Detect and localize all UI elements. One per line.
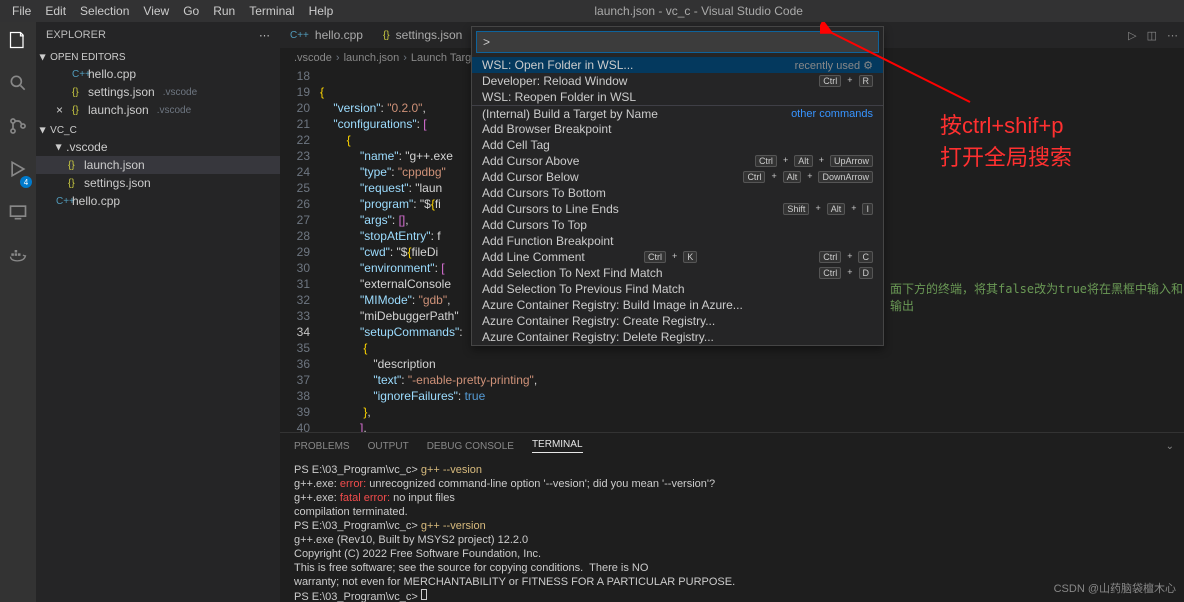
palette-item[interactable]: Add Line CommentCtrl+K Ctrl+C [472,249,883,265]
panel-tab-problems[interactable]: PROBLEMS [294,441,350,452]
terminal[interactable]: PS E:\03_Program\vc_c> g++ --vesiong++.e… [280,459,1184,602]
palette-item[interactable]: WSL: Open Folder in WSL...recently used … [472,57,883,73]
menu-selection[interactable]: Selection [80,4,129,18]
run-debug-icon[interactable]: 4 [8,159,28,184]
palette-item[interactable]: Azure Container Registry: Build Image in… [472,297,883,313]
file-tree-item[interactable]: ▶.vscode [36,138,280,156]
window-title: launch.json - vc_c - Visual Studio Code [333,4,1064,18]
open-editors-section[interactable]: ▶OPEN EDITORS [36,50,280,65]
explorer-sidebar: EXPLORER⋯ ▶OPEN EDITORS C++hello.cpp{}se… [36,22,280,602]
panel-tab-terminal[interactable]: TERMINAL [532,439,583,453]
minimap[interactable] [1096,68,1184,432]
explorer-header: EXPLORER [46,29,106,41]
palette-item[interactable]: Add Cursor BelowCtrl+Alt+DownArrow [472,169,883,185]
split-icon[interactable]: ◫ [1147,29,1157,42]
palette-item[interactable]: Azure Container Registry: Create Registr… [472,313,883,329]
palette-item[interactable]: Add Selection To Next Find MatchCtrl+D [472,265,883,281]
more-icon[interactable]: ⋯ [1167,29,1178,42]
code-comment: 面下方的终端，将其false改为true将在黑框中输入和输出 [890,280,1184,314]
panel-tab-debug-console[interactable]: DEBUG CONSOLE [427,441,514,452]
terminal-panel: PROBLEMS OUTPUT DEBUG CONSOLE TERMINAL ⌄ PS… [280,432,1184,602]
palette-item[interactable]: Add Selection To Previous Find Match [472,281,883,297]
files-icon[interactable] [8,30,28,55]
open-editor-item[interactable]: ×{}launch.json.vscode [36,101,280,119]
open-editor-item[interactable]: {}settings.json.vscode [36,83,280,101]
project-root-section[interactable]: ▶VC_C [36,123,280,138]
command-palette: WSL: Open Folder in WSL...recently used … [471,26,884,346]
trash-icon[interactable]: ⌄ [1166,441,1174,452]
scm-icon[interactable] [8,116,28,141]
palette-item[interactable]: Add Cell Tag [472,137,883,153]
palette-item[interactable]: Add Cursors to Line EndsShift+Alt+I [472,201,883,217]
palette-item[interactable]: (Internal) Build a Target by Nameother c… [472,105,883,121]
palette-item[interactable]: WSL: Reopen Folder in WSL [472,89,883,105]
command-palette-input[interactable] [476,31,879,53]
menu-run[interactable]: Run [213,4,235,18]
menu-help[interactable]: Help [309,4,334,18]
menu-go[interactable]: Go [183,4,199,18]
more-icon[interactable]: ⋯ [259,29,270,42]
file-tree-item[interactable]: C++hello.cpp [36,192,280,210]
search-icon[interactable] [8,73,28,98]
run-icon[interactable]: ▷ [1128,29,1136,42]
palette-item[interactable]: Add Cursors To Top [472,217,883,233]
menu-view[interactable]: View [143,4,169,18]
docker-icon[interactable] [8,245,28,270]
editor-tab[interactable]: C++hello.cpp [280,22,373,48]
watermark: CSDN @山药脑袋檀木心 [1054,580,1176,596]
menu-file[interactable]: File [12,4,31,18]
palette-item[interactable]: Add Cursors To Bottom [472,185,883,201]
palette-item[interactable]: Add Browser Breakpoint [472,121,883,137]
file-tree-item[interactable]: {}settings.json [36,174,280,192]
remote-icon[interactable] [8,202,28,227]
activity-bar: 4 [0,22,36,602]
palette-item[interactable]: Azure Container Registry: Delete Registr… [472,329,883,345]
panel-tab-output[interactable]: OUTPUT [368,441,409,452]
editor-tab[interactable]: {}settings.json [373,22,472,48]
palette-item[interactable]: Add Cursor AboveCtrl+Alt+UpArrow [472,153,883,169]
annotation-text: 按ctrl+shif+p 打开全局搜索 [940,110,1072,174]
menu-terminal[interactable]: Terminal [249,4,294,18]
palette-item[interactable]: Developer: Reload WindowCtrl+R [472,73,883,89]
file-tree-item[interactable]: {}launch.json [36,156,280,174]
open-editor-item[interactable]: C++hello.cpp [36,65,280,83]
menubar: File Edit Selection View Go Run Terminal Help l… [0,0,1184,22]
palette-item[interactable]: Add Function Breakpoint [472,233,883,249]
menu-edit[interactable]: Edit [45,4,66,18]
